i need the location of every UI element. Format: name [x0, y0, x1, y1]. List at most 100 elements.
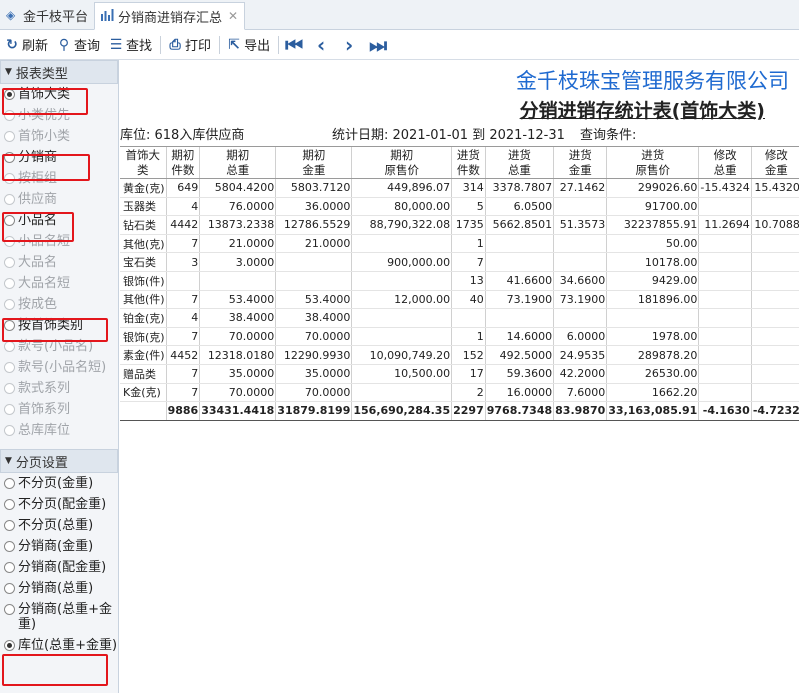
table-cell: 649 [165, 178, 200, 198]
table-cell: 10178.00 [606, 252, 699, 272]
table-cell [606, 308, 699, 328]
refresh-button[interactable]: ↻ 刷新 [4, 35, 49, 55]
table-cell [698, 234, 752, 254]
table-cell: 33431.4418 [199, 401, 276, 421]
table-cell: 宝石类 [120, 252, 167, 272]
radio-button [4, 425, 15, 436]
report-type-option: 按成色 [0, 294, 118, 315]
table-cell: 银饰(件) [120, 271, 167, 291]
table-cell: 钻石类 [120, 215, 167, 235]
first-page-button[interactable]: ⏮ [285, 33, 305, 57]
table-cell [451, 308, 486, 328]
column-header: 期初 总重 [199, 146, 276, 179]
table-cell: 83.9870 [553, 401, 607, 421]
report-type-option-label: 大品名 [18, 255, 58, 270]
table-cell: 素金(件) [120, 345, 167, 365]
table-cell: 其他(克) [120, 234, 167, 254]
table-cell: 5804.4200 [199, 178, 276, 198]
paging-option[interactable]: 不分页(配金重) [0, 494, 118, 515]
table-cell: 3 [165, 252, 200, 272]
paging-option[interactable]: 分销商(总重) [0, 578, 118, 599]
table-cell: 41.6600 [484, 271, 554, 291]
prev-page-button[interactable]: ‹ [313, 33, 333, 57]
table-cell [698, 327, 752, 347]
table-cell: 38.4000 [199, 308, 276, 328]
table-cell: 21.0000 [275, 234, 352, 254]
table-row: 其他(克) 7 21.0000 21.0000 1 50.00 [120, 234, 799, 254]
report-type-title: 报表类型 [15, 66, 68, 82]
export-label: 导出 [244, 39, 271, 54]
table-cell: 53.4000 [199, 290, 276, 310]
paging-option[interactable]: 库位(总重+金重) [0, 635, 118, 656]
print-button[interactable]: ⎙ 打印 [167, 35, 211, 55]
search-icon: ⚲ [58, 36, 70, 53]
column-header-text: 原售价 [384, 162, 419, 177]
table-cell [484, 252, 554, 272]
toolbar-divider [160, 35, 162, 54]
table-cell: 12290.9930 [275, 345, 352, 365]
close-icon[interactable]: ✕ [228, 9, 238, 23]
table-cell [165, 271, 200, 291]
find-button[interactable]: ☰ 查找 [108, 35, 152, 55]
table-cell: 314 [451, 178, 486, 198]
radio-button [4, 383, 15, 394]
table-row: 玉器类 4 76.0000 36.0000 80,000.00 5 6.0500 91700.… [120, 197, 799, 217]
paging-option[interactable]: 不分页(总重) [0, 515, 118, 536]
caret-down-icon: ▼ [5, 456, 12, 466]
highlight-box [2, 88, 88, 115]
tab-platform[interactable]: ◈ 金千枝平台 [0, 1, 94, 29]
report-type-option-label: 按成色 [18, 297, 58, 312]
table-cell: 12786.5529 [275, 215, 352, 235]
print-icon: ⎙ [169, 36, 181, 53]
report-type-header[interactable]: ▼ 报表类型 [0, 60, 118, 84]
table-cell: 35.0000 [275, 364, 352, 384]
table-row: 银饰(件) 13 41.6600 34.6600 9429.00 [120, 271, 799, 291]
table-cell [698, 271, 752, 291]
table-cell: 13873.2338 [199, 215, 276, 235]
paging-header[interactable]: ▼ 分页设置 [0, 449, 118, 473]
report-type-option: 大品名 [0, 252, 118, 273]
report-type-option: 款式系列 [0, 378, 118, 399]
query-button[interactable]: ⚲ 查询 [56, 35, 100, 55]
refresh-label: 刷新 [22, 39, 49, 54]
column-header: 进货 原售价 [606, 146, 699, 179]
column-header: 进货 金重 [553, 146, 607, 179]
report-title: 分销进销存统计表(首饰大类) [519, 100, 765, 122]
column-header-text: 首饰大类 [125, 147, 161, 177]
tab-inventory-summary[interactable]: 分销商进销存汇总 ✕ [94, 2, 246, 30]
paging-option[interactable]: 分销商(配金重) [0, 557, 118, 578]
radio-button[interactable] [4, 520, 15, 531]
radio-button[interactable] [4, 499, 15, 510]
table-cell [351, 383, 452, 403]
report-area: 金千枝珠宝管理服务有限公司 分销进销存统计表(首饰大类) 库位: 618入库供应… [120, 60, 799, 693]
export-button[interactable]: ⇱ 导出 [226, 35, 271, 55]
column-header-text: 进货 [456, 147, 480, 162]
table-cell: 70.0000 [199, 383, 276, 403]
paging-title: 分页设置 [15, 455, 68, 471]
column-header-text: 期初 [171, 147, 195, 162]
radio-button[interactable] [4, 541, 15, 552]
radio-button[interactable] [4, 604, 15, 615]
column-header-text: 期初 [302, 147, 326, 162]
table-cell [750, 252, 799, 272]
column-header: 期初 金重 [275, 146, 352, 179]
radio-button [4, 341, 15, 352]
next-page-button[interactable]: › [341, 33, 361, 57]
paging-option[interactable]: 不分页(金重) [0, 473, 118, 494]
table-cell: 16.0000 [484, 383, 554, 403]
table-cell: 12,000.00 [351, 290, 452, 310]
radio-button[interactable] [4, 640, 15, 651]
tab-platform-label: 金千枝平台 [23, 9, 89, 25]
report-type-option: 首饰小类 [0, 126, 118, 147]
paging-option-label: 分销商(金重) [18, 539, 94, 554]
report-type-list: 首饰大类 小类优先 首饰小类 分销商 按柜组 供应商 小品名 小品名短 大品名 大品名短 按成色 按首… [0, 84, 118, 441]
paging-option-label: 不分页(金重) [18, 476, 94, 491]
radio-button[interactable] [4, 583, 15, 594]
table-cell [484, 308, 554, 328]
table-row: 钻石类 4442 13873.2338 12786.5529 88,790,322.08… [120, 215, 799, 235]
radio-button[interactable] [4, 478, 15, 489]
paging-option[interactable]: 分销商(总重+金重) [0, 599, 118, 635]
paging-option[interactable]: 分销商(金重) [0, 536, 118, 557]
radio-button[interactable] [4, 562, 15, 573]
last-page-button[interactable]: ⏭ [369, 33, 389, 57]
